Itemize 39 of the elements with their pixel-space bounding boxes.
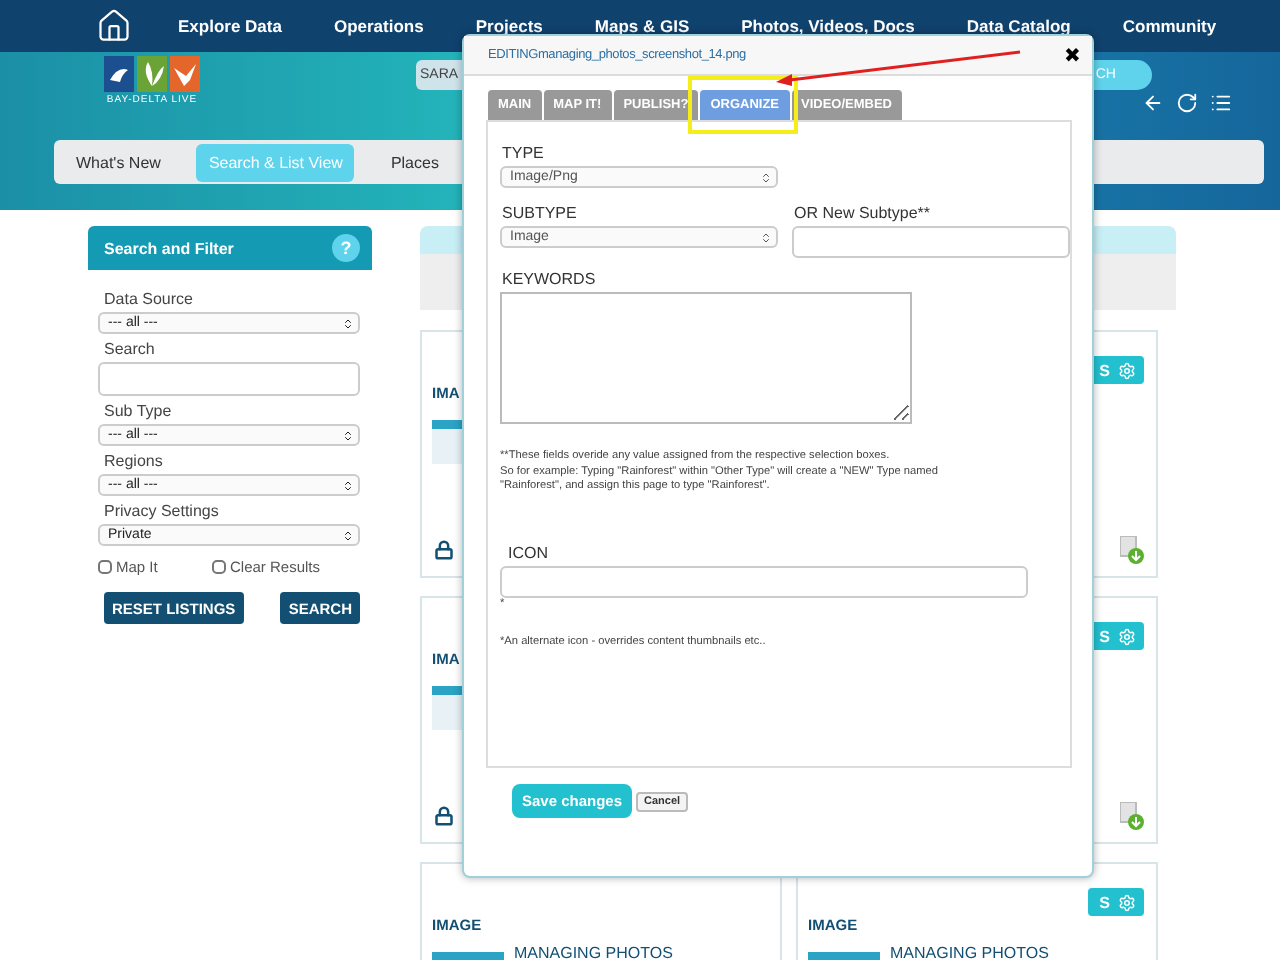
nav-link[interactable]: Explore Data (152, 16, 308, 36)
icon-field[interactable] (500, 565, 1028, 598)
panel-title: Search and Filter (104, 239, 234, 257)
checkbox[interactable] (98, 560, 112, 574)
keywords-field[interactable] (500, 292, 912, 424)
card-title[interactable]: MANAGING PHOTOS (890, 944, 1049, 960)
nav-link[interactable]: Maps & GIS (568, 16, 716, 36)
nav-link[interactable]: Community (1096, 16, 1243, 36)
input-field[interactable] (792, 226, 1070, 258)
section-tab[interactable]: Places (378, 143, 451, 181)
section-tab[interactable]: What's New (64, 143, 173, 181)
gear-icon (1118, 627, 1136, 645)
nav-link[interactable]: Photos, Videos, Docs (715, 16, 941, 36)
field-label: Regions (104, 452, 165, 470)
nav-link[interactable]: Projects (449, 16, 569, 36)
field-label: Search (104, 340, 157, 358)
download-file-icon[interactable] (1120, 802, 1144, 830)
field-label: OR New Subtype** (794, 204, 933, 222)
home-icon[interactable] (96, 8, 132, 44)
list-icon[interactable] (1210, 92, 1232, 114)
field-label: Sub Type (104, 402, 174, 420)
card-title[interactable]: MANAGING PHOTOS (514, 944, 673, 960)
gear-icon (1118, 361, 1136, 379)
field-label: Privacy Settings (104, 502, 221, 520)
field-label: ICON (508, 543, 550, 562)
download-file-icon[interactable] (1120, 536, 1144, 564)
field-label: KEYWORDS (502, 270, 598, 288)
field-label: Data Source (104, 290, 195, 308)
checkbox[interactable] (211, 560, 226, 574)
field-label: SUBTYPE (502, 204, 579, 222)
field-label: TYPE (502, 144, 546, 162)
refresh-icon[interactable] (1176, 92, 1198, 114)
back-arrow-icon[interactable] (1142, 92, 1164, 114)
input-field[interactable] (98, 362, 360, 396)
logo-icons-drawing (104, 56, 200, 92)
nav-link[interactable]: Data Catalog (940, 16, 1097, 36)
nav-link[interactable]: Operations (307, 16, 450, 36)
highlight-box (688, 76, 798, 134)
gear-icon (1118, 893, 1136, 911)
